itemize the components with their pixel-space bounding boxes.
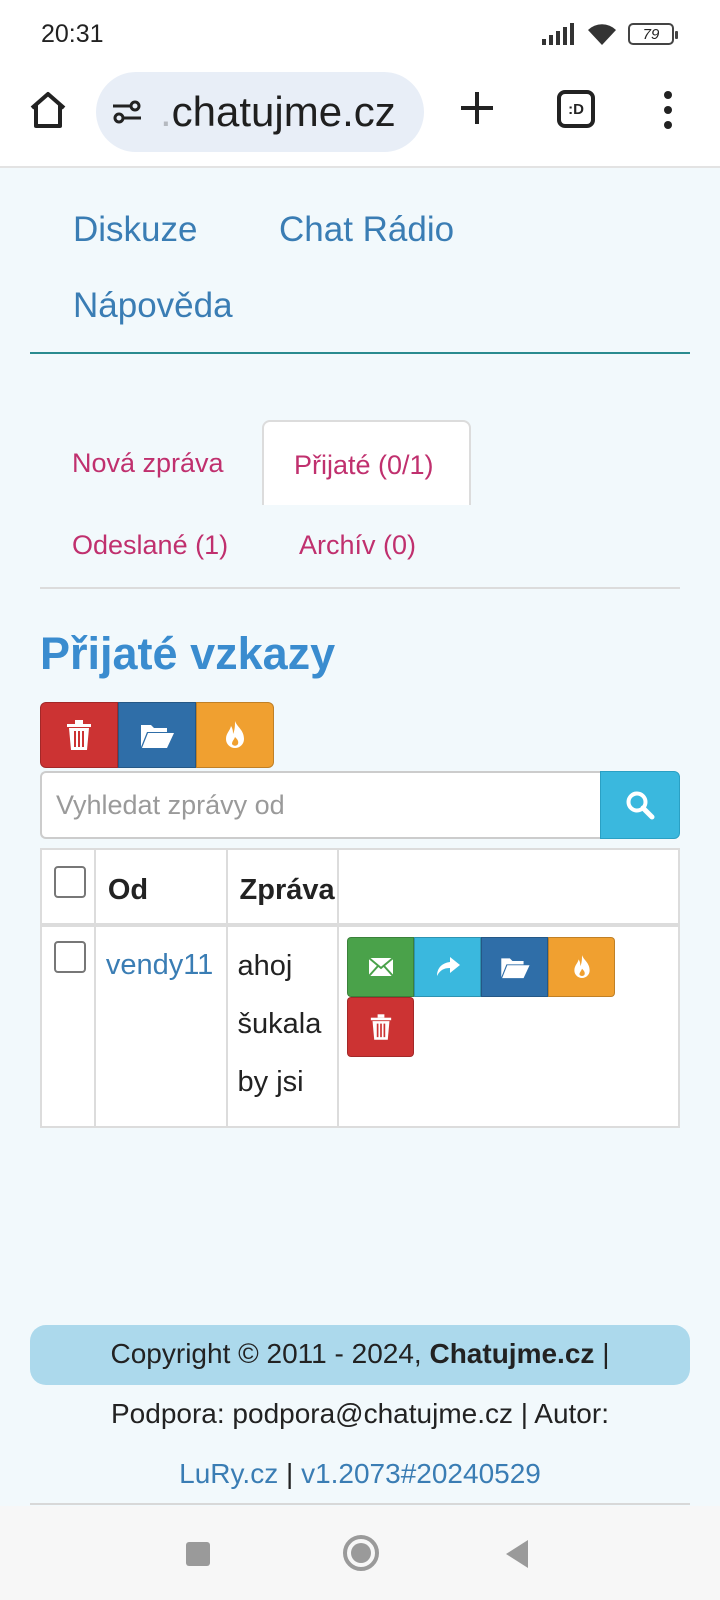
column-header-actions <box>337 848 680 926</box>
forward-button[interactable] <box>414 937 482 997</box>
copyright-text: Copyright © 2011 - 2024, <box>110 1338 422 1369</box>
message-line: šukala <box>237 1008 322 1040</box>
row-message-cell[interactable]: ahoj šukala by jsi <box>225 924 340 1128</box>
footer-divider <box>30 1503 690 1505</box>
nav-link-chat-radio[interactable]: Chat Rádio <box>279 210 454 250</box>
column-header-message: Zpráva <box>225 848 340 926</box>
system-navigation-bar <box>0 1506 720 1600</box>
search-button[interactable] <box>600 771 680 839</box>
new-tab-icon[interactable] <box>455 86 499 130</box>
select-all-cell <box>40 848 96 926</box>
table-row: vendy11 ahoj šukala by jsi <box>40 924 680 1128</box>
trash-icon <box>67 720 91 750</box>
site-settings-icon[interactable] <box>110 95 144 129</box>
url-domain: chatujme.cz <box>171 88 396 135</box>
row-from-cell: vendy11 <box>93 924 228 1128</box>
folder-open-icon <box>501 958 530 979</box>
nav-link-diskuze[interactable]: Diskuze <box>73 210 197 250</box>
url-text: .chatujme.cz <box>160 88 396 136</box>
reply-button[interactable] <box>347 937 415 997</box>
battery-level: 79 <box>642 25 660 43</box>
back-icon[interactable] <box>506 1540 528 1568</box>
search-input[interactable] <box>40 771 600 839</box>
author-link[interactable]: LuRy.cz <box>179 1458 278 1489</box>
site-nav: Diskuze Chat Rádio Nápověda <box>30 170 690 354</box>
sender-link[interactable]: vendy11 <box>106 949 214 981</box>
move-button[interactable] <box>481 937 549 997</box>
battery-icon: 79 <box>628 23 678 45</box>
message-line: ahoj <box>237 950 293 982</box>
row-actions-cell <box>337 924 680 1128</box>
search-bar <box>40 771 680 839</box>
delete-button[interactable] <box>347 997 415 1057</box>
search-icon <box>626 791 655 820</box>
select-all-checkbox[interactable] <box>54 866 86 898</box>
more-menu-icon[interactable] <box>660 88 676 132</box>
version-link[interactable]: v1.2073#20240529 <box>301 1458 541 1489</box>
page-title: Přijaté vzkazy <box>40 628 336 679</box>
trash-icon <box>370 1014 392 1040</box>
messages-table: Od Zpráva vendy11 ahoj šukala by jsi <box>40 848 680 1128</box>
fire-icon <box>226 721 244 748</box>
envelope-icon <box>368 957 394 977</box>
column-header-from: Od <box>93 848 228 926</box>
row-select-cell <box>40 924 96 1128</box>
burn-button[interactable] <box>548 937 616 997</box>
bulk-actions <box>40 702 274 768</box>
tab-switcher-label: :D <box>568 100 584 118</box>
footer-separator: | <box>602 1338 610 1369</box>
tab-switcher-button[interactable]: :D <box>557 90 595 128</box>
footer-site-name: Chatujme.cz <box>429 1338 595 1369</box>
signal-icon <box>542 23 574 45</box>
wifi-icon <box>588 24 616 45</box>
recents-icon[interactable] <box>186 1542 210 1566</box>
folder-open-icon <box>141 725 174 748</box>
move-selected-button[interactable] <box>118 702 196 768</box>
tab-received[interactable]: Přijaté (0/1) <box>262 420 471 505</box>
tab-sent[interactable]: Odeslané (1) <box>72 530 228 561</box>
url-faded: . <box>160 88 172 135</box>
row-actions <box>347 937 617 1057</box>
footer-copyright: Copyright © 2011 - 2024, Chatujme.cz | <box>0 1338 720 1370</box>
status-bar: 20:31 79 <box>0 0 720 68</box>
status-time: 20:31 <box>41 20 104 48</box>
tab-new-message[interactable]: Nová zpráva <box>72 448 224 479</box>
fire-icon <box>574 955 590 978</box>
tab-archive[interactable]: Archív (0) <box>299 530 416 561</box>
home-icon[interactable] <box>26 88 70 132</box>
message-tabs: Nová zpráva Přijaté (0/1) Odeslané (1) A… <box>40 420 680 589</box>
delete-selected-button[interactable] <box>40 702 118 768</box>
burn-selected-button[interactable] <box>196 702 274 768</box>
message-line: by jsi <box>237 1066 304 1098</box>
nav-link-napoveda[interactable]: Nápověda <box>73 286 233 326</box>
footer-author: LuRy.cz | v1.2073#20240529 <box>0 1458 720 1490</box>
home-circle-icon[interactable] <box>343 1535 379 1571</box>
browser-toolbar: .chatujme.cz :D <box>0 68 720 168</box>
row-checkbox[interactable] <box>54 941 86 973</box>
footer-separator: | <box>286 1458 294 1489</box>
table-header-row: Od Zpráva <box>40 848 680 926</box>
status-icons: 79 <box>542 22 678 46</box>
forward-icon <box>436 957 460 976</box>
footer-support: Podpora: podpora@chatujme.cz | Autor: <box>111 1398 609 1429</box>
address-bar[interactable]: .chatujme.cz <box>96 72 424 152</box>
